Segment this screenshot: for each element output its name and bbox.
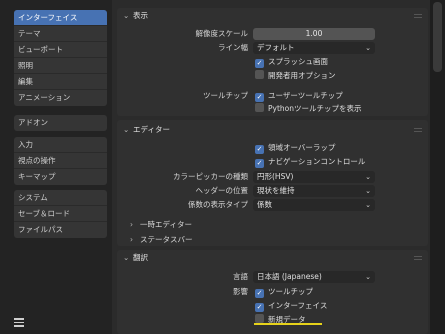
drag-handle-icon[interactable] (414, 256, 422, 260)
resolution-scale-label: 解像度スケール (195, 29, 249, 38)
sidebar-item-lights[interactable]: 照明 (14, 58, 107, 74)
affect-label: 影響 (233, 287, 248, 296)
chevron-down-icon: ⌄ (123, 125, 130, 134)
color-picker-value: 円形(HSV) (257, 172, 294, 181)
sidebar-item-viewport[interactable]: ビューポート (14, 42, 107, 58)
python-tooltips-checkbox[interactable]: Pythonツールチップを表示 (255, 103, 362, 115)
check-icon: ✓ (255, 159, 264, 168)
display-panel-header[interactable]: ⌄ 表示 (123, 8, 148, 24)
display-header-label: 表示 (133, 11, 148, 20)
translation-header-label: 翻訳 (133, 253, 148, 262)
line-width-value: デフォルト (257, 43, 295, 52)
user-tooltips-checkbox[interactable]: ✓ ユーザーツールチップ (255, 90, 343, 102)
sidebar-item-animation[interactable]: アニメーション (14, 90, 107, 106)
tooltips-label: ツールチップ (203, 91, 248, 100)
drag-handle-icon[interactable] (414, 128, 422, 132)
language-select[interactable]: 日本語 (Japanese) ⌄ (253, 271, 375, 283)
header-position-label: ヘッダーの位置 (195, 186, 249, 195)
chevron-right-icon: › (130, 235, 133, 244)
translate-interface-checkbox[interactable]: ✓ インターフェイス (255, 300, 327, 312)
line-width-select[interactable]: デフォルト ⌄ (253, 42, 375, 54)
menu-icon[interactable] (14, 318, 24, 327)
scrollbar[interactable] (430, 0, 445, 334)
temporary-editors-label: 一時エディター (140, 220, 192, 229)
region-overlap-checkbox[interactable]: ✓ 領域オーバーラップ (255, 142, 335, 154)
editors-panel-header[interactable]: ⌄ エディター (123, 122, 170, 138)
chevron-down-icon: ⌄ (365, 187, 371, 195)
splash-label: スプラッシュ画面 (268, 57, 328, 66)
unchecked-box-icon (255, 314, 264, 323)
chevron-down-icon: ⌄ (365, 273, 371, 281)
splash-checkbox[interactable]: ✓ スプラッシュ画面 (255, 56, 328, 68)
developer-extras-label: 開発者用オプション (268, 71, 336, 80)
check-icon: ✓ (255, 289, 264, 298)
chevron-down-icon: ⌄ (365, 173, 371, 181)
chevron-right-icon: › (130, 220, 133, 229)
check-icon: ✓ (255, 303, 264, 312)
color-picker-label: カラーピッカーの種類 (173, 172, 248, 181)
preferences-sidebar: インターフェイス テーマ ビューポート 照明 編集 アニメーション アドオン 入… (0, 0, 112, 334)
translate-tooltips-checkbox[interactable]: ✓ ツールチップ (255, 286, 313, 298)
factor-display-select[interactable]: 係数 ⌄ (253, 199, 375, 211)
navigation-controls-checkbox[interactable]: ✓ ナビゲーションコントロール (255, 156, 365, 168)
sidebar-group-general: インターフェイス テーマ ビューポート 照明 編集 アニメーション (14, 10, 107, 106)
highlight-underline (254, 323, 322, 325)
drag-handle-icon[interactable] (414, 14, 422, 18)
editors-header-label: エディター (133, 125, 170, 134)
check-icon: ✓ (255, 93, 264, 102)
resolution-scale-field[interactable]: 1.00 (253, 28, 375, 40)
status-bar-label: ステータスバー (140, 235, 193, 244)
sidebar-item-system[interactable]: システム (14, 190, 107, 206)
sidebar-group-addons: アドオン (14, 115, 107, 131)
color-picker-select[interactable]: 円形(HSV) ⌄ (253, 171, 375, 183)
region-overlap-label: 領域オーバーラップ (268, 143, 336, 152)
user-tooltips-label: ユーザーツールチップ (268, 91, 343, 100)
temporary-editors-subpanel[interactable]: › 一時エディター (130, 218, 192, 231)
factor-display-label: 係数の表示タイプ (188, 200, 248, 209)
language-label: 言語 (233, 272, 248, 281)
line-width-label: ライン幅 (218, 43, 248, 52)
translate-interface-label: インターフェイス (268, 301, 328, 310)
sidebar-item-input[interactable]: 入力 (14, 137, 107, 153)
sidebar-item-keymap[interactable]: キーマップ (14, 169, 107, 185)
unchecked-box-icon (255, 103, 264, 112)
chevron-down-icon: ⌄ (123, 11, 130, 20)
sidebar-group-input: 入力 視点の操作 キーマップ (14, 137, 107, 185)
navigation-controls-label: ナビゲーションコントロール (268, 157, 366, 166)
header-position-select[interactable]: 現状を維持 ⌄ (253, 185, 375, 197)
header-position-value: 現状を維持 (257, 186, 295, 195)
sidebar-item-navigation[interactable]: 視点の操作 (14, 153, 107, 169)
translation-panel-header[interactable]: ⌄ 翻訳 (123, 250, 148, 266)
check-icon: ✓ (255, 59, 264, 68)
chevron-down-icon: ⌄ (365, 44, 371, 52)
chevron-down-icon: ⌄ (123, 253, 130, 262)
developer-extras-checkbox[interactable]: 開発者用オプション (255, 70, 336, 82)
sidebar-item-themes[interactable]: テーマ (14, 26, 107, 42)
sidebar-item-file-paths[interactable]: ファイルパス (14, 222, 107, 238)
check-icon: ✓ (255, 145, 264, 154)
sidebar-group-system: システム セーブ＆ロード ファイルパス (14, 190, 107, 238)
python-tooltips-label: Pythonツールチップを表示 (268, 104, 362, 113)
sidebar-item-editing[interactable]: 編集 (14, 74, 107, 90)
translate-tooltips-label: ツールチップ (268, 287, 313, 296)
scrollbar-thumb[interactable] (433, 2, 442, 72)
sidebar-item-interface[interactable]: インターフェイス (14, 10, 107, 26)
sidebar-item-addons[interactable]: アドオン (14, 115, 107, 131)
sidebar-item-save-load[interactable]: セーブ＆ロード (14, 206, 107, 222)
chevron-down-icon: ⌄ (365, 201, 371, 209)
unchecked-box-icon (255, 70, 264, 79)
language-value: 日本語 (Japanese) (257, 272, 322, 281)
status-bar-subpanel[interactable]: › ステータスバー (130, 233, 193, 246)
factor-display-value: 係数 (257, 200, 272, 209)
